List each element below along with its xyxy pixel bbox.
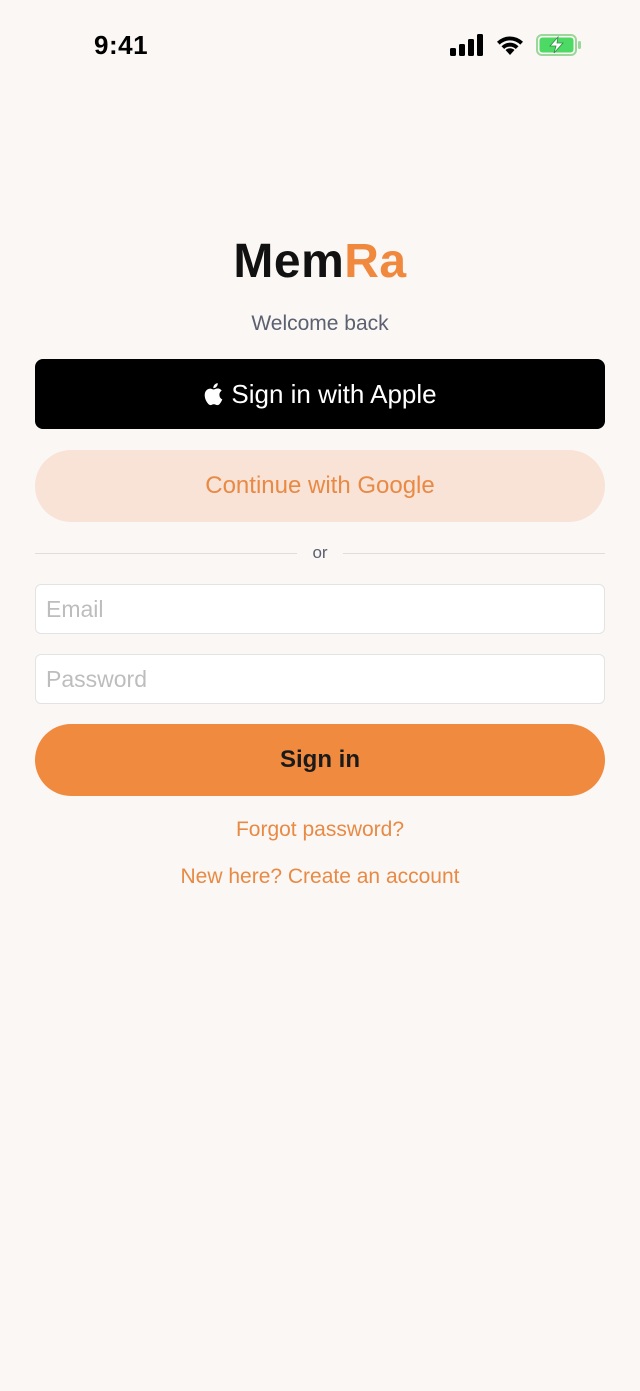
create-account-link[interactable]: New here? Create an account xyxy=(0,865,640,889)
status-time: 9:41 xyxy=(94,30,149,60)
logo-text-accent: Ra xyxy=(344,235,407,288)
sign-in-button[interactable]: Sign in xyxy=(35,724,605,796)
app-logo: MemRa xyxy=(0,234,640,289)
sign-in-button-label: Sign in xyxy=(280,746,360,773)
apple-button-label: Sign in with Apple xyxy=(231,378,437,409)
battery-charging-icon xyxy=(536,34,582,56)
welcome-subtitle: Welcome back xyxy=(251,312,389,335)
forgot-password-link[interactable]: Forgot password? xyxy=(0,818,640,842)
password-field[interactable] xyxy=(35,654,605,704)
status-bar: 9:41 xyxy=(0,0,640,94)
apple-icon xyxy=(203,382,223,406)
divider-line-left xyxy=(35,552,297,554)
divider-line-right xyxy=(343,552,605,554)
email-field[interactable] xyxy=(35,584,605,634)
divider-text: or xyxy=(312,543,328,562)
google-button-label: Continue with Google xyxy=(205,472,435,499)
wifi-icon xyxy=(496,34,524,56)
signal-icon xyxy=(450,34,484,56)
logo-text-main: Mem xyxy=(233,235,345,288)
sign-in-with-apple-button[interactable]: Sign in with Apple xyxy=(35,359,605,429)
continue-with-google-button[interactable]: Continue with Google xyxy=(35,450,605,522)
or-divider: or xyxy=(35,540,605,566)
status-icons xyxy=(450,34,582,56)
